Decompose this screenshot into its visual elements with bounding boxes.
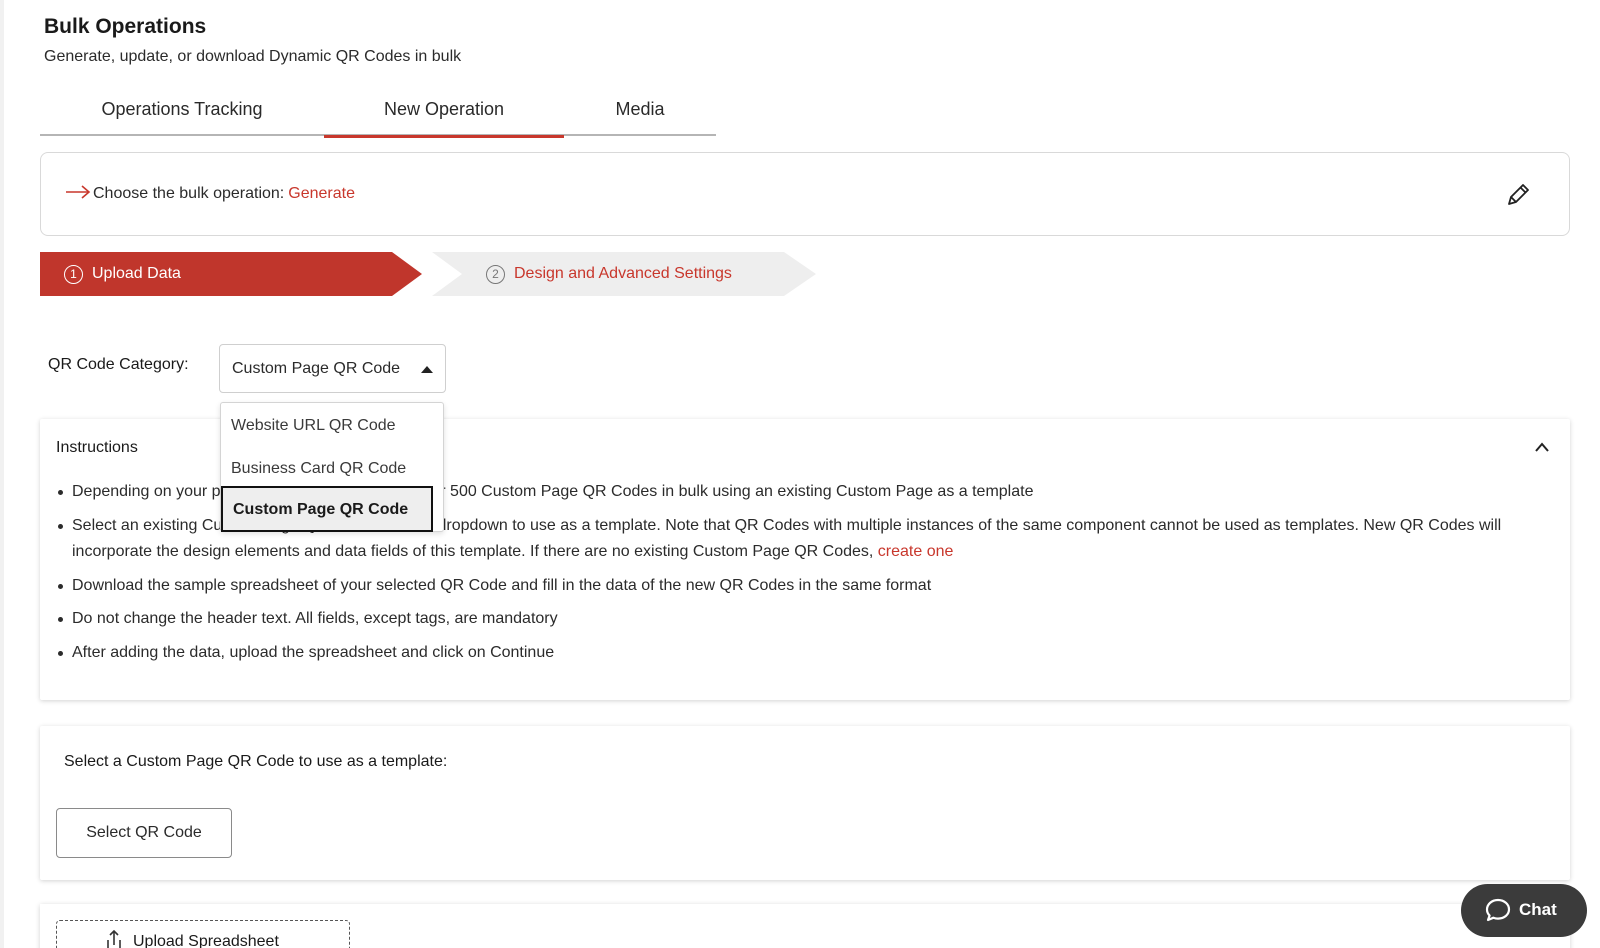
upload-icon — [107, 929, 121, 948]
instruction-item: Do not change the header text. All field… — [56, 606, 1546, 633]
qr-category-label: QR Code Category: — [48, 356, 189, 373]
caret-up-icon — [421, 366, 433, 373]
chevron-up-icon[interactable] — [1534, 441, 1550, 453]
select-qr-code-button[interactable]: Select QR Code — [56, 808, 232, 858]
instruction-item: Download the sample spreadsheet of your … — [56, 573, 1546, 600]
step-number: 1 — [64, 264, 83, 284]
chat-label: Chat — [1519, 900, 1557, 919]
dropdown-option-website-url[interactable]: Website URL QR Code — [221, 405, 445, 447]
step-label: Design and Advanced Settings — [514, 265, 732, 282]
stepper: 1 Upload Data 2 Design and Advanced Sett… — [40, 252, 820, 296]
step-upload-data[interactable]: 1 Upload Data — [40, 252, 422, 296]
bulk-operation-label: Choose the bulk operation: Generate — [93, 185, 355, 203]
tab-bar: Operations Tracking New Operation Media — [40, 92, 716, 138]
tab-operations-tracking[interactable]: Operations Tracking — [40, 92, 324, 136]
chat-button[interactable]: Chat — [1461, 884, 1587, 937]
tab-media[interactable]: Media — [564, 92, 716, 136]
upload-spreadsheet-label: Upload Spreadsheet — [133, 933, 279, 948]
bulk-operation-prompt: Choose the bulk operation: — [93, 185, 285, 202]
dropdown-option-business-card[interactable]: Business Card QR Code — [221, 448, 445, 490]
instruction-item: After adding the data, upload the spread… — [56, 640, 1546, 667]
upload-spreadsheet-button[interactable]: Upload Spreadsheet — [56, 920, 350, 948]
pencil-icon[interactable] — [1503, 180, 1533, 210]
dropdown-option-custom-page[interactable]: Custom Page QR Code — [221, 486, 433, 532]
chat-bubble-icon — [1485, 898, 1511, 922]
upload-card: Upload Spreadsheet — [40, 904, 1570, 948]
step-design-settings[interactable]: 2 Design and Advanced Settings — [432, 252, 816, 296]
page-title: Bulk Operations — [44, 15, 207, 38]
template-select-card: Select a Custom Page QR Code to use as a… — [40, 726, 1570, 880]
page-subtitle: Generate, update, or download Dynamic QR… — [44, 48, 462, 65]
create-one-link[interactable]: create one — [878, 543, 954, 560]
tab-new-operation[interactable]: New Operation — [324, 92, 564, 138]
bulk-operation-card: Choose the bulk operation: Generate — [40, 152, 1570, 236]
step-number: 2 — [486, 264, 505, 284]
arrow-right-icon — [66, 185, 91, 199]
bulk-operation-value: Generate — [288, 185, 355, 202]
step-label: Upload Data — [92, 265, 181, 282]
instructions-title: Instructions — [56, 439, 138, 456]
qr-category-select[interactable]: Custom Page QR Code — [219, 344, 446, 393]
left-edge-divider — [0, 0, 4, 948]
qr-category-dropdown-menu: Website URL QR Code Business Card QR Cod… — [220, 402, 444, 532]
qr-category-selected-value: Custom Page QR Code — [232, 360, 401, 377]
template-select-label: Select a Custom Page QR Code to use as a… — [64, 753, 448, 770]
